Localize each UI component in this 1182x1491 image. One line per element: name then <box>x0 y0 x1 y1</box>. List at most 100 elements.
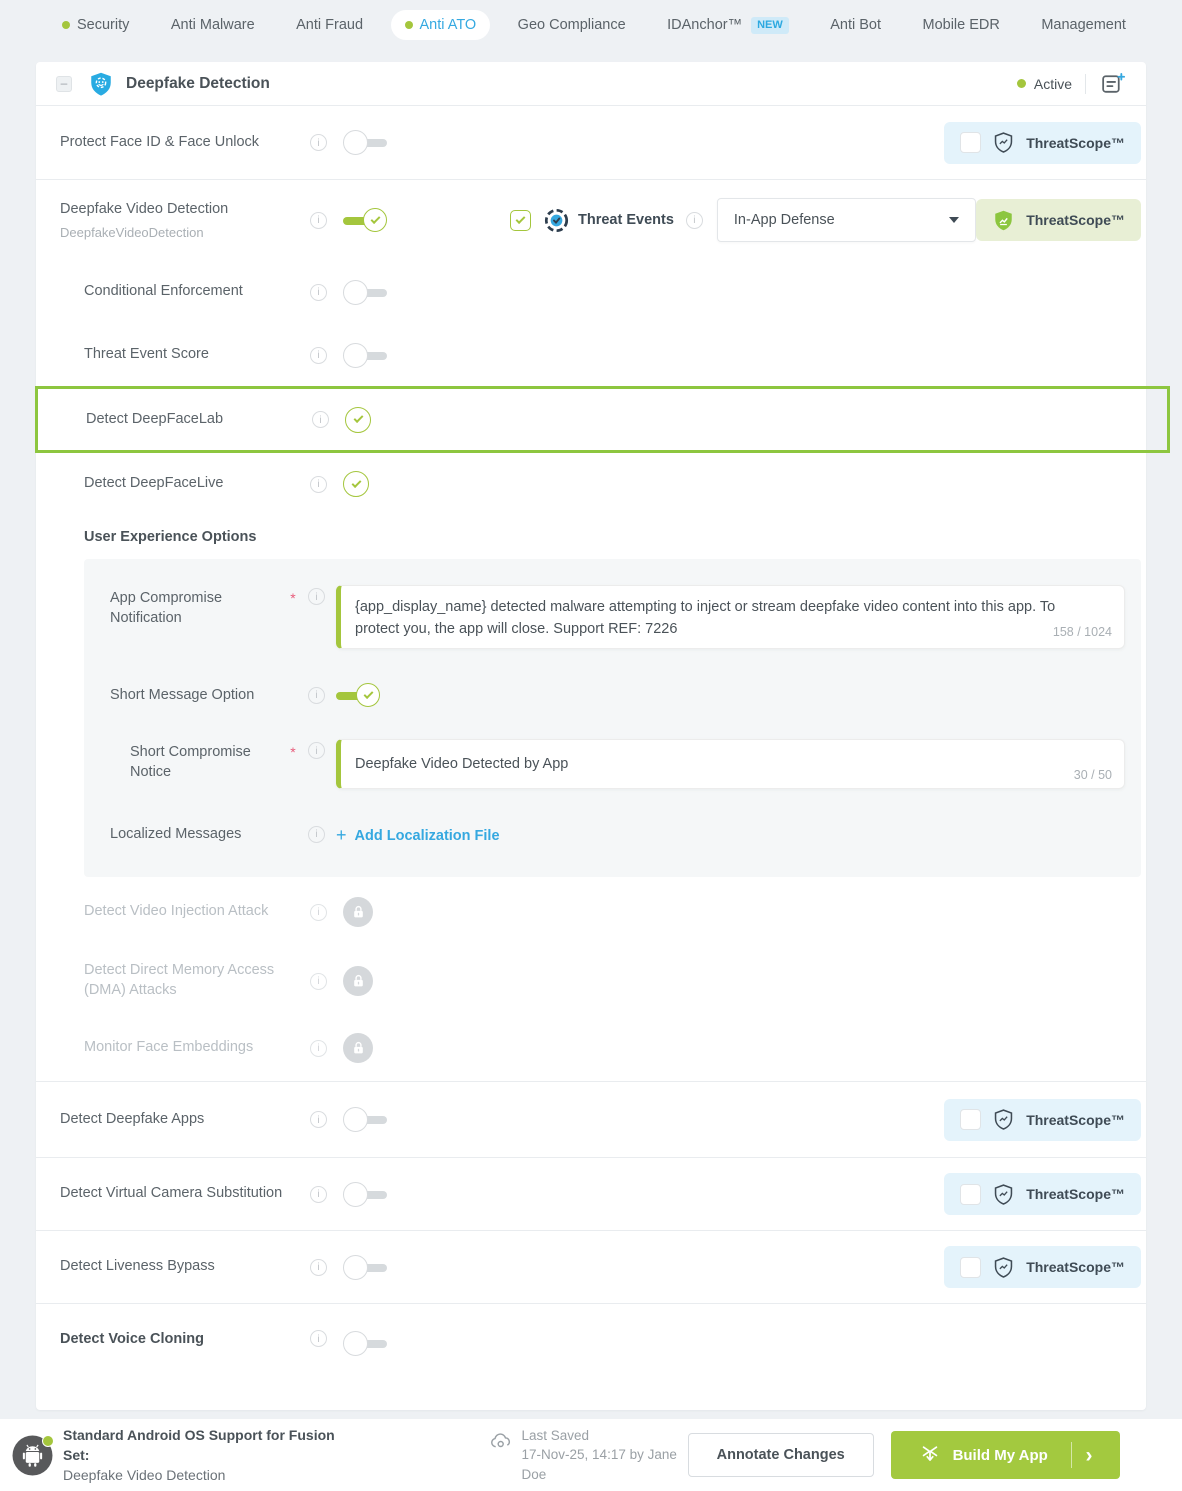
lock-icon <box>343 966 373 996</box>
row-deepfake-video-detection: Deepfake Video Detection DeepfakeVideoDe… <box>36 180 1146 260</box>
threatscope-label: ThreatScope™ <box>1026 135 1125 151</box>
threatscope-checkbox[interactable] <box>960 1109 981 1130</box>
divider <box>1085 74 1086 94</box>
threatscope-option: ThreatScope™ <box>944 122 1141 164</box>
toggle-knob <box>343 1331 368 1356</box>
tab-label: Anti ATO <box>420 17 477 33</box>
threat-event-score-toggle[interactable] <box>343 342 389 369</box>
threatscope-label: ThreatScope™ <box>1026 212 1125 228</box>
tab-label: Anti Bot <box>830 17 881 33</box>
chevron-right-icon[interactable]: › <box>1072 1445 1106 1466</box>
info-icon[interactable] <box>310 904 327 921</box>
add-localization-file-link[interactable]: Add Localization File <box>336 825 500 846</box>
threat-events-checkbox[interactable] <box>510 210 531 231</box>
lock-icon <box>343 1033 373 1063</box>
info-icon[interactable] <box>310 1186 327 1203</box>
row-label: Detect Virtual Camera Substitution <box>60 1184 310 1204</box>
page-title: Deepfake Detection <box>126 75 270 93</box>
add-note-icon[interactable] <box>1099 71 1126 96</box>
build-my-app-button[interactable]: Build My App › <box>891 1431 1120 1479</box>
info-icon[interactable] <box>310 476 327 493</box>
deepfake-apps-toggle[interactable] <box>343 1106 389 1133</box>
deepfacelive-check[interactable] <box>343 471 369 497</box>
tab-management[interactable]: Management <box>1027 10 1140 40</box>
threatscope-checkbox[interactable] <box>960 132 981 153</box>
threatscope-enabled-badge[interactable]: ThreatScope™ <box>976 199 1141 241</box>
tab-label: Security <box>77 17 129 33</box>
virtual-camera-toggle[interactable] <box>343 1181 389 1208</box>
toggle-knob <box>343 1107 368 1132</box>
char-counter: 30 / 50 <box>1074 768 1112 782</box>
tab-anti-ato[interactable]: Anti ATO <box>391 10 491 40</box>
toggle-knob <box>343 343 368 368</box>
threatscope-checkbox[interactable] <box>960 1257 981 1278</box>
row-label: Protect Face ID & Face Unlock <box>60 133 310 153</box>
info-icon[interactable] <box>308 742 325 759</box>
last-saved: Last Saved 17-Nov-25, 14:17 by Jane Doe <box>489 1426 688 1485</box>
row-label: Detect DeepFaceLive <box>60 474 310 494</box>
fusion-set-name: Deepfake Video Detection <box>63 1465 341 1485</box>
tab-anti-fraud[interactable]: Anti Fraud <box>282 10 377 40</box>
deepfake-video-toggle[interactable] <box>343 207 389 234</box>
toggle-knob <box>363 208 387 232</box>
info-icon[interactable] <box>310 134 327 151</box>
fusion-set-code: DeepfakeVideoDetection <box>60 225 310 240</box>
toggle-knob <box>343 1255 368 1280</box>
row-label: Conditional Enforcement <box>60 282 310 302</box>
info-icon[interactable] <box>310 973 327 990</box>
deepfake-shield-icon <box>88 71 114 97</box>
row-short-compromise-notice: Short Compromise Notice * Deepfake Video… <box>110 739 1125 789</box>
button-label: Annotate Changes <box>717 1447 845 1463</box>
lock-icon <box>343 897 373 927</box>
row-detect-dma-attacks: Detect Direct Memory Access (DMA) Attack… <box>36 947 1146 1015</box>
last-saved-label: Last Saved <box>522 1426 688 1446</box>
status-dot <box>405 21 413 29</box>
info-icon[interactable] <box>310 347 327 364</box>
info-icon[interactable] <box>308 687 325 704</box>
threatscope-shield-icon <box>992 209 1015 232</box>
info-icon[interactable] <box>308 588 325 605</box>
info-icon[interactable] <box>310 212 327 229</box>
tab-mobile-edr[interactable]: Mobile EDR <box>908 10 1013 40</box>
protect-face-id-toggle[interactable] <box>343 129 389 156</box>
threatscope-checkbox[interactable] <box>960 1184 981 1205</box>
voice-cloning-toggle[interactable] <box>343 1330 389 1357</box>
liveness-bypass-toggle[interactable] <box>343 1254 389 1281</box>
info-icon[interactable] <box>310 1040 327 1057</box>
toggle-knob <box>343 130 368 155</box>
row-threat-event-score: Threat Event Score <box>36 324 1146 386</box>
row-localized-messages: Localized Messages Add Localization File <box>110 819 1125 849</box>
row-detect-deepfacelive: Detect DeepFaceLive <box>36 453 1146 515</box>
tab-security[interactable]: Security <box>48 10 143 40</box>
app-compromise-textarea[interactable]: {app_display_name} detected malware atte… <box>336 585 1125 649</box>
row-label: Detect Video Injection Attack <box>60 902 310 922</box>
tab-geo-compliance[interactable]: Geo Compliance <box>504 10 640 40</box>
deepfacelab-check[interactable] <box>345 407 371 433</box>
short-notice-input[interactable]: Deepfake Video Detected by App 30 / 50 <box>336 739 1125 789</box>
annotate-changes-button[interactable]: Annotate Changes <box>688 1433 874 1477</box>
info-icon[interactable] <box>310 1259 327 1276</box>
info-icon[interactable] <box>310 284 327 301</box>
char-counter: 158 / 1024 <box>1053 623 1112 642</box>
collapse-icon[interactable] <box>56 76 72 92</box>
info-icon[interactable] <box>308 826 325 843</box>
short-message-toggle[interactable] <box>336 682 382 709</box>
tab-anti-bot[interactable]: Anti Bot <box>816 10 895 40</box>
threatscope-label: ThreatScope™ <box>1026 1112 1125 1128</box>
enforcement-mode-dropdown[interactable]: In-App Defense <box>717 198 976 242</box>
info-icon[interactable] <box>310 1330 327 1347</box>
info-icon[interactable] <box>686 212 703 229</box>
row-short-message-option: Short Message Option <box>110 675 1125 715</box>
threatscope-label: ThreatScope™ <box>1026 1259 1125 1275</box>
new-badge: NEW <box>751 17 789 34</box>
tab-anti-malware[interactable]: Anti Malware <box>157 10 269 40</box>
tab-label: Anti Fraud <box>296 17 363 33</box>
info-icon[interactable] <box>312 411 329 428</box>
tab-idanchor[interactable]: IDAnchor™ NEW <box>653 10 803 41</box>
threatscope-shield-icon <box>992 131 1015 154</box>
android-icon <box>12 1435 53 1476</box>
row-detect-liveness-bypass: Detect Liveness Bypass ThreatScope™ <box>36 1230 1146 1303</box>
info-icon[interactable] <box>310 1111 327 1128</box>
row-detect-deepfacelab: Detect DeepFaceLab <box>35 386 1170 453</box>
conditional-enforcement-toggle[interactable] <box>343 279 389 306</box>
